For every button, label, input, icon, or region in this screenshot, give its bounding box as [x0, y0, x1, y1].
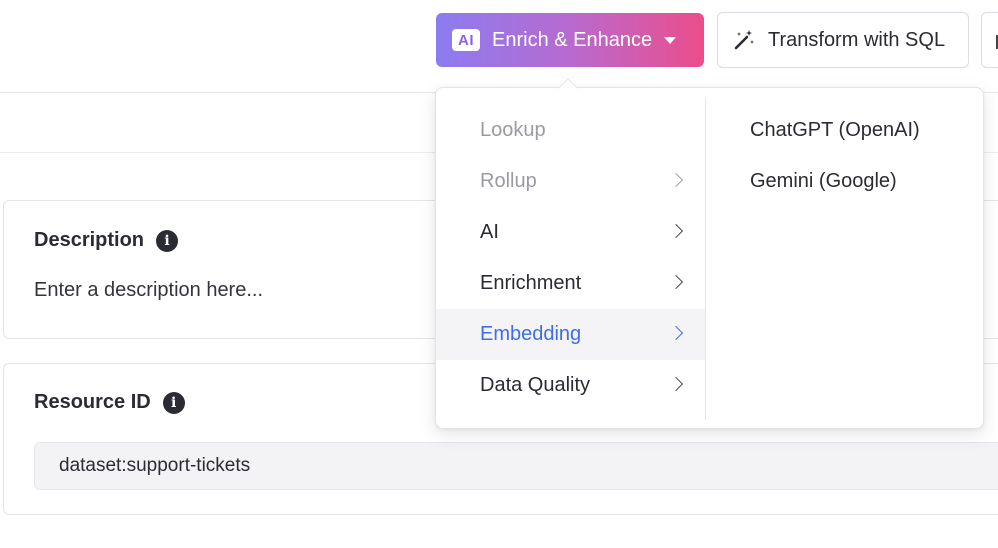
description-title: Description: [34, 229, 145, 251]
menu-item-label: Rollup: [480, 170, 537, 192]
description-input[interactable]: Enter a description here...: [34, 279, 263, 302]
resource-id-heading: Resource ID i: [34, 391, 185, 414]
chevron-right-icon: [668, 172, 684, 188]
submenu-item-label: Gemini (Google): [750, 170, 897, 192]
enrich-enhance-button[interactable]: AI Enrich & Enhance: [436, 13, 704, 67]
overflow-button[interactable]: [981, 12, 998, 68]
menu-categories: Lookup Rollup AI Enrichment Embedding Da…: [436, 105, 705, 411]
caret-down-icon: [664, 36, 677, 44]
chevron-right-icon: [668, 274, 684, 290]
menu-item-label: AI: [480, 221, 499, 243]
info-icon[interactable]: i: [162, 391, 185, 414]
page: AI Enrich & Enhance Transform with SQL D…: [0, 0, 998, 548]
menu-item-ai[interactable]: AI: [436, 207, 705, 258]
enrich-enhance-label: Enrich & Enhance: [492, 28, 653, 51]
info-icon[interactable]: i: [156, 229, 179, 252]
menu-item-label: Embedding: [480, 323, 582, 345]
ai-badge-icon: AI: [452, 29, 480, 51]
enrich-dropdown-menu: Lookup Rollup AI Enrichment Embedding Da…: [435, 87, 984, 429]
menu-item-label: Data Quality: [480, 374, 591, 396]
menu-item-enrichment[interactable]: Enrichment: [436, 258, 705, 309]
submenu-item-label: ChatGPT (OpenAI): [750, 119, 920, 141]
transform-sql-label: Transform with SQL: [768, 28, 946, 51]
magic-wand-icon: [734, 30, 754, 50]
embedding-submenu: ChatGPT (OpenAI) Gemini (Google): [706, 105, 985, 207]
description-heading: Description i: [34, 229, 179, 252]
resource-id-field[interactable]: dataset:support-tickets: [34, 442, 998, 490]
menu-item-data-quality[interactable]: Data Quality: [436, 360, 705, 411]
menu-item-embedding[interactable]: Embedding: [436, 309, 705, 360]
chevron-right-icon: [668, 376, 684, 392]
submenu-item-chatgpt[interactable]: ChatGPT (OpenAI): [706, 105, 985, 156]
chevron-right-icon: [668, 325, 684, 341]
chevron-right-icon: [668, 223, 684, 239]
menu-item-lookup[interactable]: Lookup: [436, 105, 705, 156]
menu-item-label: Lookup: [480, 119, 546, 141]
submenu-item-gemini[interactable]: Gemini (Google): [706, 156, 985, 207]
menu-item-rollup[interactable]: Rollup: [436, 156, 705, 207]
transform-sql-button[interactable]: Transform with SQL: [717, 12, 969, 68]
resource-id-title: Resource ID: [34, 391, 151, 413]
menu-item-label: Enrichment: [480, 272, 582, 294]
